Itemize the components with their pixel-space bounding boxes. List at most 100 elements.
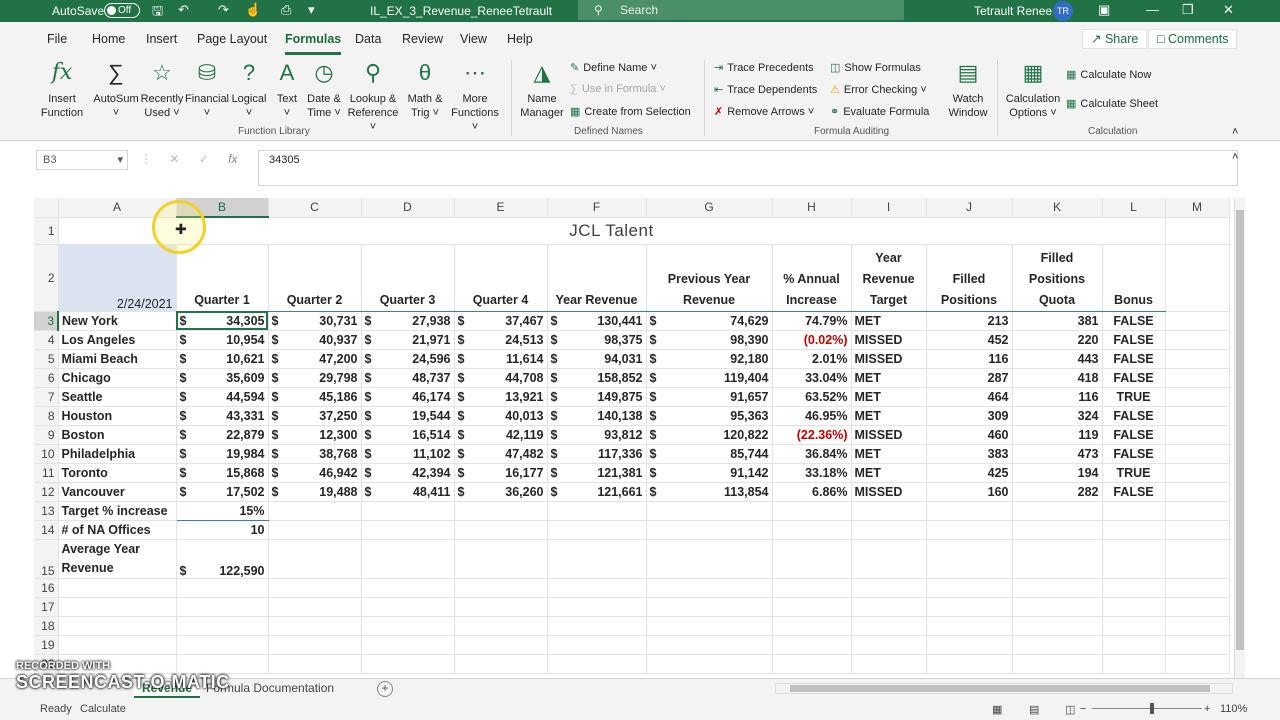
cell[interactable] xyxy=(454,616,548,636)
cell-target[interactable]: MET xyxy=(851,444,927,464)
evaluate-formula-button[interactable]: ⚭ Evaluate Formula xyxy=(830,105,929,118)
cell[interactable] xyxy=(176,597,269,617)
row-header[interactable]: 1 xyxy=(34,217,59,245)
cell[interactable] xyxy=(361,654,455,674)
cell-bonus[interactable]: FALSE xyxy=(1102,482,1166,502)
cell-pct[interactable]: (22.36%) xyxy=(772,425,852,445)
tab-home[interactable]: Home xyxy=(92,32,125,46)
cell-year[interactable]: $158,852 xyxy=(547,368,647,388)
avg-value[interactable]: $122,590 xyxy=(176,539,269,579)
calculate-sheet-button[interactable]: ▦ Calculate Sheet xyxy=(1066,97,1158,110)
header-quarter-3[interactable]: Quarter 3 xyxy=(361,244,455,312)
enter-icon[interactable]: ✓ xyxy=(199,152,209,166)
row-header[interactable]: 15 xyxy=(34,539,59,579)
cell[interactable] xyxy=(454,654,548,674)
minimize-icon[interactable]: — xyxy=(1146,2,1159,17)
row-header[interactable]: 16 xyxy=(34,578,59,598)
cell[interactable] xyxy=(1012,654,1103,674)
horizontal-scrollbar[interactable] xyxy=(775,683,1233,694)
worksheet-grid[interactable]: A B C D E F G H I J K L M 1 JCL Talent 2… xyxy=(34,198,1245,678)
row-header[interactable]: 3 xyxy=(34,311,59,331)
search-box[interactable]: ⚲ Search xyxy=(578,0,904,20)
text-button[interactable]: A Text ˅ xyxy=(272,58,302,120)
cell-q3[interactable]: $46,174 xyxy=(361,387,455,407)
header-filled-positions-quota[interactable]: Filled Positions Quota xyxy=(1012,244,1103,312)
cell-bonus[interactable]: FALSE xyxy=(1102,311,1166,331)
header-quarter-2[interactable]: Quarter 2 xyxy=(268,244,362,312)
cell-quota[interactable]: 119 xyxy=(1012,425,1103,445)
header-filled-positions[interactable]: Filled Positions xyxy=(926,244,1013,312)
cell-quota[interactable]: 116 xyxy=(1012,387,1103,407)
cell-target[interactable]: MET xyxy=(851,406,927,426)
cell[interactable] xyxy=(772,616,852,636)
row-header[interactable]: 7 xyxy=(34,387,59,407)
cell-bonus[interactable]: FALSE xyxy=(1102,349,1166,369)
tab-formulas[interactable]: Formulas xyxy=(285,32,342,55)
column-header-l[interactable]: L xyxy=(1102,198,1166,218)
cell[interactable] xyxy=(1102,578,1166,598)
calculation-options-button[interactable]: ▦ Calculation Options ˅ xyxy=(1004,58,1062,120)
cell[interactable] xyxy=(547,616,647,636)
close-icon[interactable]: ✕ xyxy=(1223,2,1234,18)
cell-q3[interactable]: $21,971 xyxy=(361,330,455,350)
cell[interactable] xyxy=(1165,482,1230,502)
add-sheet-button[interactable]: + xyxy=(377,681,393,697)
cell-q2[interactable]: $37,250 xyxy=(268,406,362,426)
cell-pct[interactable]: 63.52% xyxy=(772,387,852,407)
redo-icon[interactable]: ↷ xyxy=(218,2,229,18)
row-header[interactable]: 4 xyxy=(34,330,59,350)
zoom-in-button[interactable]: + xyxy=(1204,703,1210,715)
cell-q1[interactable]: $19,984 xyxy=(176,444,269,464)
cell-city[interactable]: Toronto xyxy=(58,463,177,483)
cell[interactable] xyxy=(646,597,773,617)
cell-pct[interactable]: 36.84% xyxy=(772,444,852,464)
cell-bonus[interactable]: FALSE xyxy=(1102,425,1166,445)
logical-button[interactable]: ? Logical ˅ xyxy=(230,58,268,120)
remove-arrows-button[interactable]: ✗ Remove Arrows ˅ xyxy=(714,105,814,118)
cell-filled[interactable]: 309 xyxy=(926,406,1013,426)
cell-bonus[interactable]: FALSE xyxy=(1102,444,1166,464)
cell-q2[interactable]: $45,186 xyxy=(268,387,362,407)
cancel-icon[interactable]: ✕ xyxy=(169,152,179,166)
recently-used-button[interactable]: ☆ Recently Used ˅ xyxy=(140,58,184,120)
cell-filled[interactable]: 383 xyxy=(926,444,1013,464)
header-year-revenue-target[interactable]: Year Revenue Target xyxy=(851,244,927,312)
cell-pct[interactable]: 46.95% xyxy=(772,406,852,426)
cell-q1[interactable]: $44,594 xyxy=(176,387,269,407)
print-preview-icon[interactable]: ⎙ xyxy=(281,2,291,18)
cell[interactable] xyxy=(851,578,927,598)
cell-q2[interactable]: $12,300 xyxy=(268,425,362,445)
header-bonus[interactable]: Bonus xyxy=(1102,244,1166,312)
cell-q4[interactable]: $11,614 xyxy=(454,349,548,369)
cell[interactable] xyxy=(58,597,177,617)
cell[interactable] xyxy=(547,578,647,598)
cell-pct[interactable]: 6.86% xyxy=(772,482,852,502)
cell-quota[interactable]: 443 xyxy=(1012,349,1103,369)
share-button[interactable]: ↗ Share xyxy=(1082,29,1148,49)
cell[interactable] xyxy=(361,597,455,617)
cell-pct[interactable]: 33.04% xyxy=(772,368,852,388)
column-header-k[interactable]: K xyxy=(1012,198,1103,218)
cell[interactable] xyxy=(176,616,269,636)
cell-q4[interactable]: $37,467 xyxy=(454,311,548,331)
error-checking-button[interactable]: ⚠ Error Checking ˅ xyxy=(830,83,927,96)
cell-year[interactable]: $121,381 xyxy=(547,463,647,483)
cell-city[interactable]: Chicago xyxy=(58,368,177,388)
cell[interactable] xyxy=(1165,244,1230,312)
more-functions-button[interactable]: ⋯ More Functions ˅ xyxy=(447,58,503,134)
cell-q3[interactable]: $16,514 xyxy=(361,425,455,445)
cell-year[interactable]: $93,812 xyxy=(547,425,647,445)
cell[interactable] xyxy=(454,635,548,655)
cell[interactable] xyxy=(1165,444,1230,464)
column-header-h[interactable]: H xyxy=(772,198,852,218)
save-icon[interactable]: 🖫 xyxy=(152,2,163,24)
column-header-d[interactable]: D xyxy=(361,198,455,218)
cell-filled[interactable]: 116 xyxy=(926,349,1013,369)
cell-bonus[interactable]: FALSE xyxy=(1102,368,1166,388)
cell-city[interactable]: Houston xyxy=(58,406,177,426)
cell[interactable] xyxy=(454,578,548,598)
cell-target[interactable]: MISSED xyxy=(851,425,927,445)
cell[interactable] xyxy=(1165,578,1230,598)
insert-function-icon[interactable]: fx xyxy=(228,152,237,166)
row-header[interactable]: 10 xyxy=(34,444,59,464)
